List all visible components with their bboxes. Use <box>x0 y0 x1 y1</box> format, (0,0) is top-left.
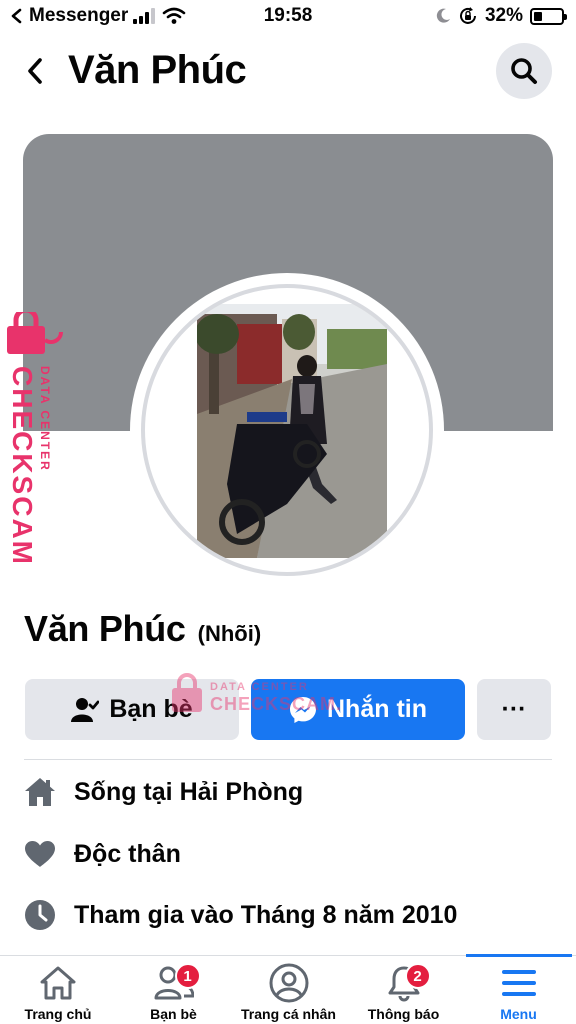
tab-menu-label: Menu <box>500 1006 537 1022</box>
tab-home-label: Trang chủ <box>24 1006 92 1022</box>
watermark-side-brand: CHECKSCAM.VN <box>7 366 38 562</box>
intro-joined: Tham gia vào Tháng 8 năm 2010 <box>24 899 457 931</box>
friend-check-icon <box>71 697 100 722</box>
more-options-label: ··· <box>501 695 527 723</box>
page-title: Văn Phúc <box>68 48 247 92</box>
status-right: 32% <box>435 5 567 27</box>
battery-icon <box>530 7 567 25</box>
intro-lives-in: Sống tại Hải Phòng <box>24 776 303 808</box>
more-options-button[interactable]: ··· <box>477 679 551 740</box>
profile-picture-frame <box>141 284 433 576</box>
rotation-lock-icon <box>460 7 476 24</box>
watermark-center-brand: CHECKSCAM.VN <box>210 694 340 714</box>
tab-notifications-label: Thông báo <box>367 1006 440 1022</box>
intro-lives-in-text: Sống tại Hải Phòng <box>74 778 303 807</box>
profile-photo-image <box>197 304 387 558</box>
watermark-side-caption: DATA CENTER <box>38 366 52 472</box>
battery-percent: 32% <box>484 5 523 26</box>
status-bar: Messenger 19:58 32% <box>0 0 576 34</box>
intro-joined-text: Tham gia vào Tháng 8 năm 2010 <box>74 900 458 929</box>
tab-profile-label: Trang cá nhân <box>241 1006 336 1022</box>
profile-nickname: (Nhõi) <box>197 621 262 646</box>
watermark-side: CHECKSCAM.VN DATA CENTER <box>7 312 63 562</box>
section-divider <box>24 759 552 760</box>
bottom-tab-bar: Trang chủ 1 Bạn bè Trang cá nhân 2 Thông… <box>0 954 576 1024</box>
tab-friends-label: Bạn bè <box>150 1006 197 1022</box>
profile-name-main: Văn Phúc <box>24 608 186 649</box>
moon-icon <box>436 8 450 23</box>
clock-icon <box>24 899 56 931</box>
back-button[interactable] <box>20 53 50 89</box>
menu-icon <box>497 961 541 1005</box>
friends-badge: 1 <box>174 963 201 989</box>
intro-relationship: Độc thân <box>24 838 181 870</box>
intro-relationship-text: Độc thân <box>74 839 181 868</box>
profile-name: Văn Phúc (Nhõi) <box>24 608 261 650</box>
home-icon <box>36 961 80 1005</box>
tab-profile[interactable]: Trang cá nhân <box>231 956 346 1024</box>
battery-level <box>534 11 542 21</box>
tab-menu[interactable]: Menu <box>461 956 576 1024</box>
search-icon <box>511 58 537 84</box>
tab-home[interactable]: Trang chủ <box>0 956 116 1024</box>
notifications-badge: 2 <box>404 963 431 989</box>
chevron-left-icon <box>28 58 42 84</box>
profile-icon <box>267 961 311 1005</box>
profile-picture[interactable] <box>130 273 444 587</box>
intro-lives-in-prefix: Sống tại <box>74 777 180 806</box>
bell-icon: 2 <box>382 961 431 1005</box>
watermark-center: DATA CENTER CHECKSCAM.VN <box>172 673 340 714</box>
header: Văn Phúc <box>0 40 576 104</box>
tab-friends[interactable]: 1 Bạn bè <box>116 956 231 1024</box>
message-button-label: Nhắn tin <box>327 695 427 723</box>
home-icon <box>24 776 56 808</box>
tab-notifications[interactable]: 2 Thông báo <box>346 956 461 1024</box>
search-button[interactable] <box>496 43 552 99</box>
friends-icon: 1 <box>152 961 201 1005</box>
watermark-center-caption: DATA CENTER <box>210 681 309 693</box>
intro-lives-in-place[interactable]: Hải Phòng <box>180 778 304 806</box>
heart-icon <box>24 838 56 870</box>
